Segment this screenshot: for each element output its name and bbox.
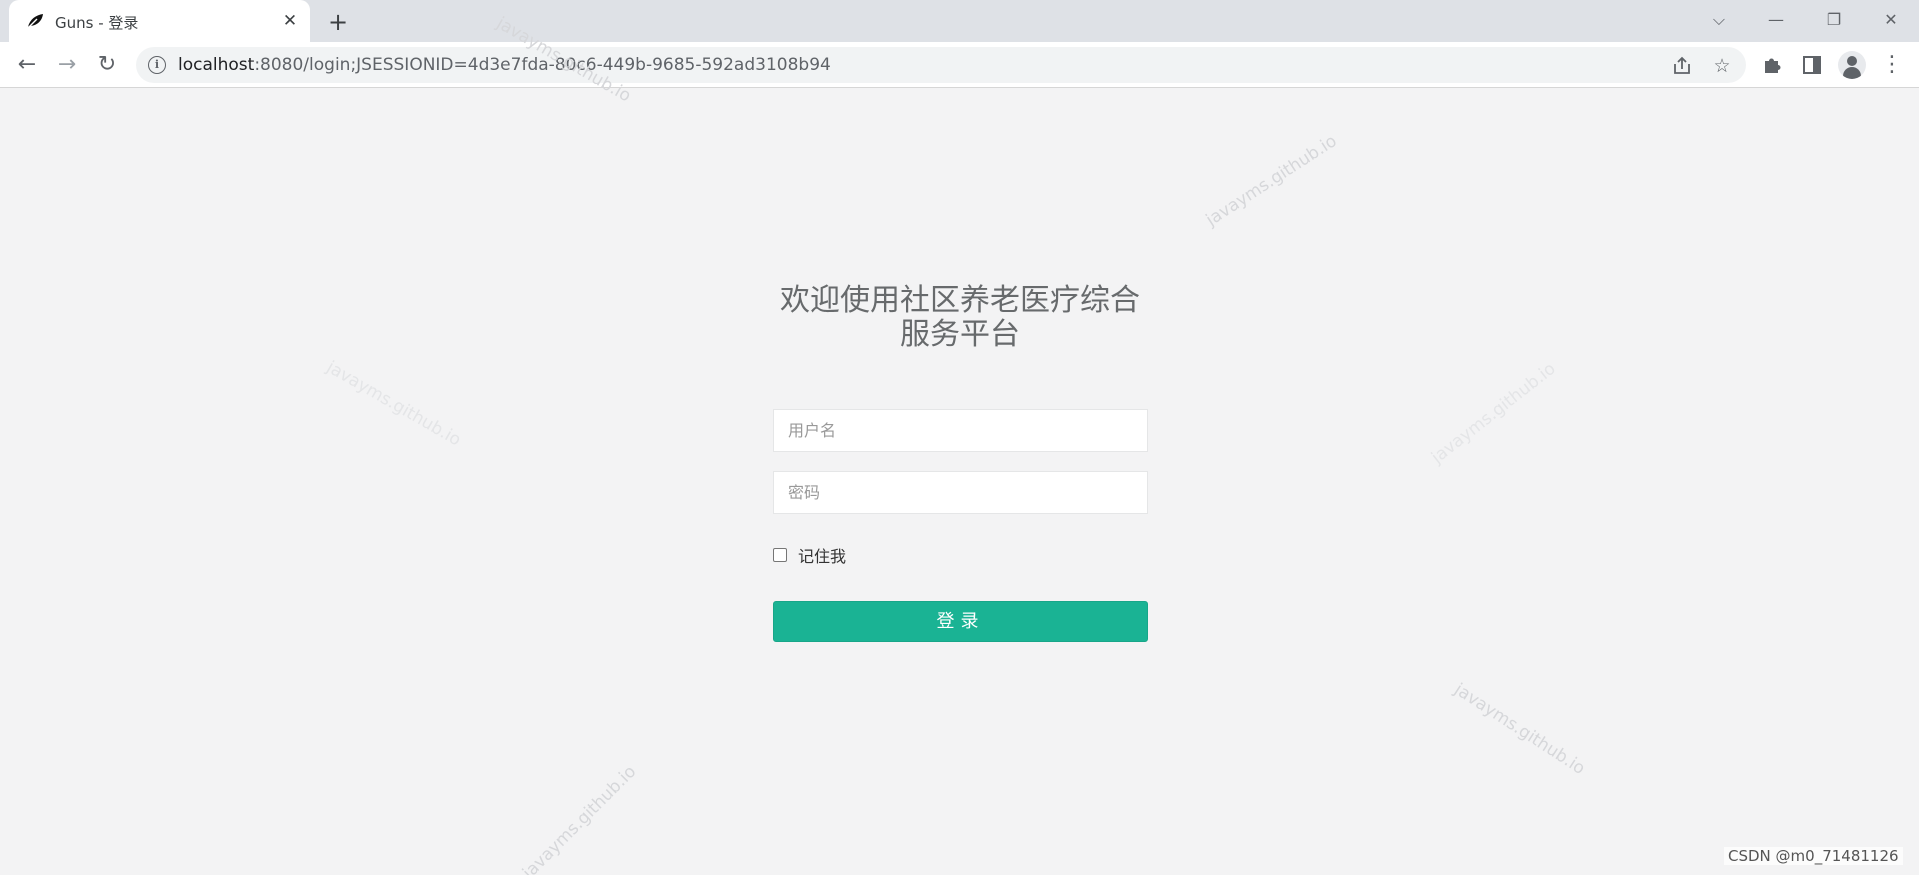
restore-icon[interactable]: ❐ xyxy=(1819,6,1849,34)
url-host: localhost xyxy=(178,55,255,75)
login-title: 欢迎使用社区养老医疗综合 服务平台 xyxy=(760,284,1160,352)
browser-toolbar: ← → ↻ i localhost:8080/login;JSESSIONID=… xyxy=(0,42,1919,88)
remember-me-label[interactable]: 记住我 xyxy=(798,543,846,567)
address-url[interactable]: localhost:8080/login;JSESSIONID=4d3e7fda… xyxy=(178,55,831,75)
tab-title: Guns - 登录 xyxy=(55,14,139,32)
avatar-body xyxy=(1843,67,1861,79)
side-panel-icon[interactable] xyxy=(1800,53,1824,77)
browser-tab[interactable]: Guns - 登录 ✕ xyxy=(9,0,310,42)
avatar-head xyxy=(1847,56,1857,66)
reload-icon[interactable]: ↻ xyxy=(92,50,122,80)
login-button[interactable]: 登录 xyxy=(773,601,1148,642)
watermark: javayms.github.io xyxy=(323,357,465,451)
username-input[interactable] xyxy=(773,409,1148,452)
back-icon[interactable]: ← xyxy=(12,50,42,80)
login-title-line1: 欢迎使用社区养老医疗综合 xyxy=(780,283,1140,318)
remember-me-row[interactable]: 记住我 xyxy=(773,543,846,567)
minimize-icon[interactable]: — xyxy=(1761,6,1791,34)
watermark: javayms.github.io xyxy=(1427,358,1560,468)
browser-tab-bar: Guns - 登录 ✕ + ⌵ — ❐ ✕ xyxy=(0,0,1919,42)
new-tab-button[interactable]: + xyxy=(324,8,352,36)
close-tab-icon[interactable]: ✕ xyxy=(279,10,301,32)
share-icon[interactable] xyxy=(1670,54,1694,78)
csdn-credit: CSDN @m0_71481126 xyxy=(1724,847,1903,865)
watermark: javayms.github.io xyxy=(1450,679,1589,779)
profile-avatar-icon[interactable] xyxy=(1838,51,1866,79)
bookmark-star-icon[interactable]: ☆ xyxy=(1710,54,1734,78)
watermark: javayms.github.io xyxy=(518,761,641,875)
forward-icon[interactable]: → xyxy=(52,50,82,80)
remember-me-checkbox[interactable] xyxy=(773,548,787,562)
url-path: :8080/login;JSESSIONID=4d3e7fda-80c6-449… xyxy=(254,55,831,75)
tab-search-icon[interactable]: ⌵ xyxy=(1704,6,1734,34)
menu-kebab-icon[interactable]: ⋮ xyxy=(1880,53,1904,77)
address-bar[interactable]: i localhost:8080/login;JSESSIONID=4d3e7f… xyxy=(136,47,1746,83)
leaf-icon xyxy=(26,14,43,30)
watermark: javayms.github.io xyxy=(1202,131,1341,231)
login-title-line2: 服务平台 xyxy=(900,317,1020,352)
password-input[interactable] xyxy=(773,471,1148,514)
extensions-puzzle-icon[interactable] xyxy=(1760,53,1784,77)
site-info-icon[interactable]: i xyxy=(148,56,166,74)
window-close-icon[interactable]: ✕ xyxy=(1876,6,1906,34)
